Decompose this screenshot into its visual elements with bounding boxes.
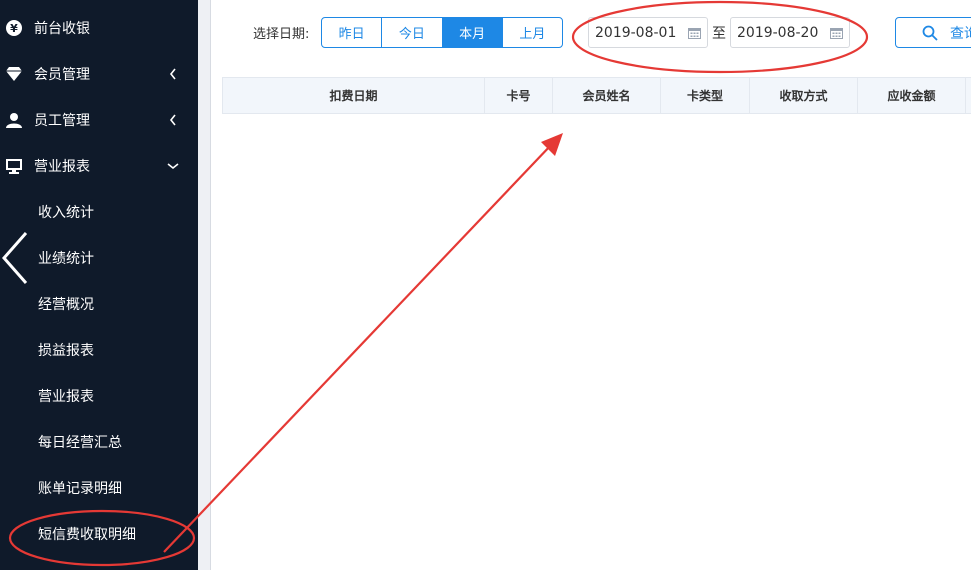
chevron-down-icon [166,159,180,173]
sub-item-income-stats[interactable]: 收入统计 [0,189,198,235]
column-header-amount-due[interactable]: 应收金额 [858,78,966,113]
last-month-button[interactable]: 上月 [501,18,562,47]
query-button[interactable]: 查询 [895,17,971,48]
sub-item-label: 每日经营汇总 [38,435,122,451]
column-header-member-name[interactable]: 会员姓名 [553,78,661,113]
sub-item-daily-summary[interactable]: 每日经营汇总 [0,419,198,465]
sub-item-label: 短信费收取明细 [38,527,136,543]
date-select-label: 选择日期: [253,27,310,42]
sub-item-label: 业绩统计 [38,251,94,267]
annotation-arrow-line [163,143,553,553]
today-button[interactable]: 今日 [381,18,441,47]
column-header-card-type[interactable]: 卡类型 [661,78,750,113]
sub-item-label: 账单记录明细 [38,481,122,497]
end-date-input[interactable]: 2019-08-20 [730,17,850,48]
monitor-icon [4,156,24,176]
end-date-value: 2019-08-20 [737,24,819,41]
annotation-arrow-head [541,133,563,156]
yesterday-button[interactable]: 昨日 [322,18,381,47]
start-date-input[interactable]: 2019-08-01 [588,17,708,48]
sub-item-bill-records[interactable]: 账单记录明细 [0,465,198,511]
nav-item-member[interactable]: 会员管理 [0,51,198,97]
svg-text:¥: ¥ [10,22,18,35]
nav-item-label: 前台收银 [34,21,90,37]
sidebar: ¥ 前台收银 会员管理 员工管理 营业报表 收入统计 业绩统计 经营概况 损益报… [0,0,198,570]
table-header: 扣费日期 卡号 会员姓名 卡类型 收取方式 应收金额 [222,77,971,114]
collapse-chevron-icon[interactable] [0,230,30,286]
column-header-payment-method[interactable]: 收取方式 [750,78,858,113]
sub-item-business-report[interactable]: 营业报表 [0,373,198,419]
sub-item-profit-loss[interactable]: 损益报表 [0,327,198,373]
sub-item-label: 收入统计 [38,205,94,221]
calendar-icon[interactable] [830,27,843,39]
column-header-extra [966,78,971,113]
diamond-icon [4,64,24,84]
column-header-charge-date[interactable]: 扣费日期 [223,78,485,113]
nav-item-label: 会员管理 [34,67,90,83]
sub-item-sms-fee-details[interactable]: 短信费收取明细 [0,511,198,557]
chevron-left-icon [166,67,180,81]
sub-item-label: 经营概况 [38,297,94,313]
start-date-value: 2019-08-01 [595,24,677,41]
column-header-card-number[interactable]: 卡号 [485,78,553,113]
user-icon [4,110,24,130]
nav-item-reports[interactable]: 营业报表 [0,143,198,189]
to-label: 至 [712,26,726,42]
this-month-button[interactable]: 本月 [441,18,502,47]
sub-item-label: 损益报表 [38,343,94,359]
sub-item-label: 营业报表 [38,389,94,405]
query-label: 查询 [950,25,971,42]
date-range-segmented-control: 昨日 今日 本月 上月 [321,17,563,48]
nav-item-staff[interactable]: 员工管理 [0,97,198,143]
chevron-left-icon [166,113,180,127]
sidebar-divider [198,0,211,570]
search-icon [922,25,938,41]
calendar-icon[interactable] [688,27,701,39]
nav-item-label: 营业报表 [34,159,90,175]
nav-item-label: 员工管理 [34,113,90,129]
sub-item-business-overview[interactable]: 经营概况 [0,281,198,327]
yen-icon: ¥ [4,18,24,38]
nav-item-cashier[interactable]: ¥ 前台收银 [0,5,198,51]
